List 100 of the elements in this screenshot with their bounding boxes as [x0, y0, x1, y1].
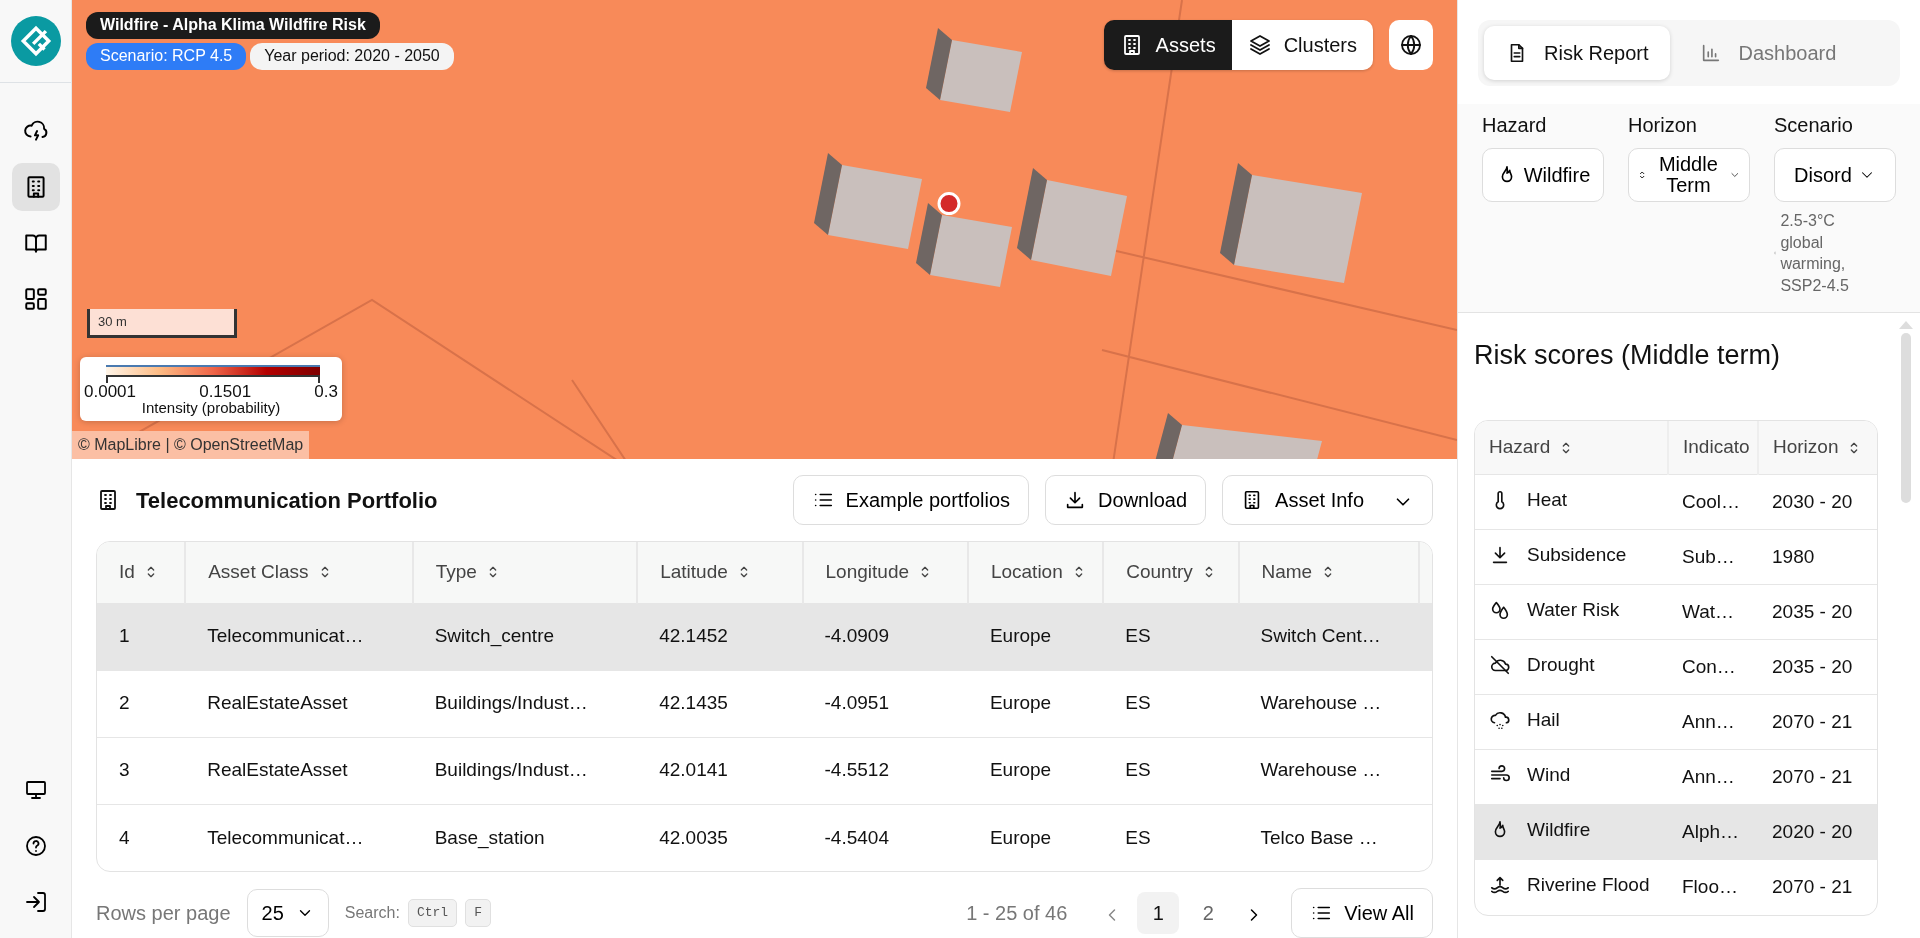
search-label: Search:: [344, 903, 400, 923]
sidebar-building-button[interactable]: [11, 163, 60, 211]
scenario-badge: Scenario: RCP 4.5: [86, 42, 247, 70]
table-cell: 2070 - 21: [1758, 859, 1877, 915]
table-cell: Telco Base …: [1238, 804, 1419, 871]
hazard-cell: Hail: [1475, 694, 1668, 750]
table-cell: Telecommunicat…: [185, 804, 413, 871]
filter-label: Hazard: [1482, 113, 1548, 138]
view-toggle-button[interactable]: Assets: [1103, 20, 1232, 70]
table-cell: 1: [97, 603, 186, 670]
table-cell: 4: [97, 804, 186, 871]
table-cell: -4.5404: [802, 804, 968, 871]
legend-title: Intensity (probability): [141, 399, 281, 416]
page-button[interactable]: 1: [1137, 892, 1180, 934]
keyboard-key: F: [465, 899, 491, 927]
cloud-off-icon: [1489, 653, 1511, 676]
table-cell: Buildings/Indust…: [412, 670, 638, 737]
column-header[interactable]: Longitude: [802, 542, 968, 603]
table-cell: Alph…: [1668, 804, 1758, 860]
legend-tick: 0.1501: [199, 383, 252, 400]
table-cell: Europe: [967, 804, 1104, 871]
table-cell: Floo…: [1668, 859, 1758, 915]
table-cell: Europe: [967, 737, 1104, 804]
portfolio-title: Telecommunication Portfolio: [136, 486, 438, 515]
table-cell: 2070 - 21: [1758, 694, 1877, 750]
column-header[interactable]: Name: [1238, 542, 1419, 603]
login-icon: [23, 890, 48, 914]
hazard-select[interactable]: Wildfire: [1482, 148, 1604, 202]
map-attribution: © MapLibre | © OpenStreetMap: [72, 431, 310, 459]
table-cell: Cool…: [1668, 474, 1758, 530]
table-cell: Telecommunicat…: [185, 603, 413, 670]
table-cell: -4.0909: [802, 603, 968, 670]
flood-icon: [1489, 874, 1511, 896]
table-cell: Warehouse …: [1238, 737, 1419, 804]
table-cell: Europe: [967, 670, 1104, 737]
column-header[interactable]: Asset Class: [185, 542, 413, 603]
column-header[interactable]: Latitude: [637, 542, 803, 603]
weather-icon: [22, 118, 49, 144]
table-cell: RealEstateAsset: [185, 737, 413, 804]
filter-label: Horizon: [1628, 113, 1698, 138]
filter-label: Scenario: [1774, 113, 1854, 138]
scenario-note: 2.5-3°C global warming, SSP2-4.5: [1780, 211, 1850, 296]
panel-tab[interactable]: Risk Report: [1484, 26, 1671, 80]
layers-icon: [1247, 33, 1272, 57]
rows-per-page-select[interactable]: 25: [246, 889, 329, 937]
column-header[interactable]: Type: [412, 542, 638, 603]
column-header[interactable]: Hazard: [1475, 420, 1668, 475]
hazard-cell: Heat: [1475, 474, 1668, 530]
horizon-select[interactable]: Middle Term: [1628, 148, 1750, 202]
keyboard-key: Ctrl: [407, 899, 458, 927]
monitor-icon: [23, 778, 48, 802]
table-cell: Con…: [1668, 639, 1758, 695]
column-header[interactable]: Country: [1103, 542, 1239, 603]
table-cell: 1980: [1758, 529, 1877, 585]
page-range: 1 - 25 of 46: [966, 901, 1068, 926]
layer-title: Wildfire - Alpha Klima Wildfire Risk: [86, 12, 380, 39]
table-cell: -4.0951: [802, 670, 968, 737]
table-cell: Switch_centre: [412, 603, 638, 670]
table-cell: ES: [1103, 603, 1239, 670]
page-button[interactable]: 2: [1187, 892, 1230, 934]
table-cell: 42.0141: [637, 737, 803, 804]
table-cell: 2020 - 20: [1758, 804, 1877, 860]
hazard-cell: Riverine Flood: [1475, 859, 1668, 915]
table-cell: Warehouse …: [1238, 670, 1419, 737]
table-cell: 2035 - 20: [1758, 639, 1877, 695]
view-toggle-button[interactable]: Clusters: [1231, 20, 1373, 70]
hazard-cell: Water Risk: [1475, 584, 1668, 640]
legend-tick: 0.0001: [84, 383, 136, 400]
portfolios-button[interactable]: Example portfolios: [792, 475, 1030, 525]
legend-tick: 0.3: [314, 383, 338, 400]
asset-info-button[interactable]: Asset Info: [1222, 475, 1433, 525]
table-cell: Base_station: [412, 804, 638, 871]
table-cell: 42.1435: [637, 670, 803, 737]
download-button[interactable]: Download: [1045, 475, 1207, 525]
dashboard-icon: [22, 286, 49, 312]
table-cell: Europe: [967, 603, 1104, 670]
panel-tab[interactable]: Dashboard: [1678, 26, 1859, 80]
hazard-cell: Drought: [1475, 639, 1668, 695]
scale-bar: 30 m: [87, 309, 237, 338]
table-cell: 2030 - 20: [1758, 474, 1877, 530]
table-cell: Buildings/Indust…: [412, 737, 638, 804]
column-header[interactable]: Horizon: [1758, 420, 1877, 475]
period-badge: Year period: 2020 - 2050: [250, 42, 454, 70]
table-cell: RealEstateAsset: [185, 670, 413, 737]
table-cell: 42.1452: [637, 603, 803, 670]
table-cell: 3: [97, 737, 186, 804]
table-cell: 2: [97, 670, 186, 737]
table-cell: Switch Cent…: [1238, 603, 1419, 670]
risk-scores-title: Risk scores (Middle term): [1474, 340, 1781, 371]
column-header[interactable]: Id: [97, 542, 186, 603]
app-logo[interactable]: [10, 16, 61, 66]
scenario-select[interactable]: Disord: [1774, 148, 1896, 202]
rows-per-page-label: Rows per page: [96, 901, 231, 926]
column-header[interactable]: Location: [967, 542, 1104, 603]
column-header[interactable]: Indicato: [1668, 420, 1758, 475]
view-all-button[interactable]: View All: [1291, 888, 1433, 938]
table-cell: 42.0035: [637, 804, 803, 871]
globe-button[interactable]: [1389, 20, 1433, 70]
asset-marker[interactable]: [937, 191, 961, 216]
hazard-cell: Wildfire: [1475, 804, 1668, 860]
